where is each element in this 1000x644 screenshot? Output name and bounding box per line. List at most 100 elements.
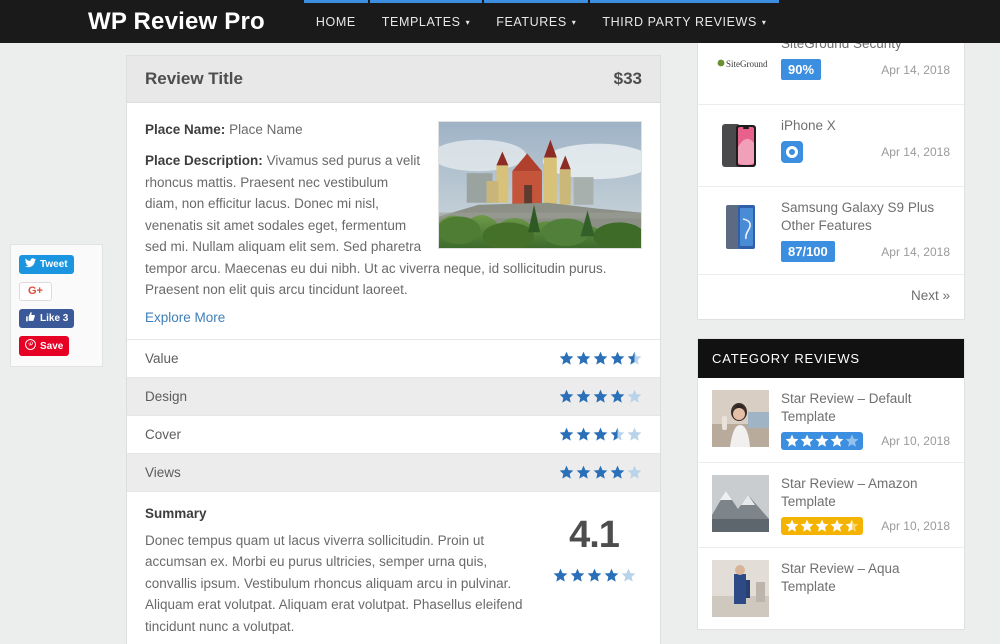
list-item-title[interactable]: Star Review – Default Template <box>781 390 950 426</box>
criteria-row-value: Value <box>127 338 660 377</box>
criteria-label: Design <box>145 388 188 404</box>
summary-heading: Summary <box>145 505 207 521</box>
tweet-button-label: Tweet <box>40 259 68 270</box>
criteria-stars <box>559 389 642 404</box>
explore-more-link[interactable]: Explore More <box>145 301 642 325</box>
iphone-x-thumb <box>712 117 769 174</box>
list-item-info: iPhone X Apr 14, 2018 <box>781 117 950 174</box>
mountain-lake-thumb <box>712 475 769 532</box>
nav-item-home[interactable]: HOME <box>303 0 369 43</box>
category-reviews-widget: CATEGORY REVIEWS Star Review – Default T… <box>697 338 965 630</box>
review-price: $33 <box>613 69 642 88</box>
list-item-info: Samsung Galaxy S9 Plus Other Features 87… <box>781 199 950 262</box>
criteria-label: Cover <box>145 426 182 442</box>
page-root: WP Review Pro HOME TEMPLATES ▾ FEATURES … <box>0 0 1000 644</box>
chevron-down-icon: ▾ <box>761 17 767 27</box>
list-item-info: SiteGround Security 90% Apr 14, 2018 <box>781 35 950 92</box>
recent-reviews-widget: Apr 14, 2018 SiteGround SiteGround Secur… <box>697 0 965 320</box>
list-item[interactable]: Samsung Galaxy S9 Plus Other Features 87… <box>698 187 964 275</box>
review-card-header: Review Title $33 <box>127 56 660 103</box>
nav-menu: HOME TEMPLATES ▾ FEATURES ▾ THIRD PARTY … <box>303 0 780 43</box>
list-item-date: Apr 10, 2018 <box>881 519 950 533</box>
criteria-stars <box>559 427 642 442</box>
list-item-meta: Apr 10, 2018 <box>781 432 950 450</box>
list-item-date: Apr 14, 2018 <box>881 62 950 77</box>
woman-laptop-thumb <box>712 390 769 447</box>
person-street-thumb <box>712 560 769 617</box>
category-reviews-heading: CATEGORY REVIEWS <box>698 339 964 378</box>
nav-item-features[interactable]: FEATURES ▾ <box>483 0 589 43</box>
list-item-date: Apr 14, 2018 <box>881 145 950 159</box>
list-item-title[interactable]: Star Review – Aqua Template <box>781 560 950 596</box>
list-item-title[interactable]: Star Review – Amazon Template <box>781 475 950 511</box>
right-sidebar: Apr 14, 2018 SiteGround SiteGround Secur… <box>697 0 965 644</box>
place-name-value: Place Name <box>229 122 303 137</box>
list-item-title[interactable]: Samsung Galaxy S9 Plus Other Features <box>781 199 950 235</box>
criteria-row-design: Design <box>127 376 660 415</box>
svg-text:SiteGround: SiteGround <box>726 59 768 69</box>
criteria-stars <box>559 351 642 366</box>
list-item-info: Star Review – Aqua Template <box>781 560 950 617</box>
facebook-like-button[interactable]: Like 3 <box>19 309 75 328</box>
rating-badge <box>781 432 863 450</box>
nav-item-label: THIRD PARTY REVIEWS <box>602 14 757 29</box>
score-circle-icon <box>781 141 803 163</box>
summary-text: Donec tempus quam ut lacus viverra solli… <box>145 532 523 634</box>
list-item-meta: 87/100 Apr 14, 2018 <box>781 241 950 262</box>
list-item-meta: 90% Apr 14, 2018 <box>781 59 950 80</box>
review-card-body: Place Name: Place Name Place Description… <box>127 103 660 339</box>
list-item[interactable]: Star Review – Aqua Template <box>698 548 964 629</box>
page-title: Review Title <box>145 69 243 88</box>
nav-item-label: FEATURES <box>496 14 567 29</box>
siteground-logo-thumb: SiteGround <box>712 35 769 92</box>
next-page-link[interactable]: Next » <box>911 288 950 303</box>
list-item[interactable]: iPhone X Apr 14, 2018 <box>698 105 964 187</box>
pinterest-save-button[interactable]: Save <box>19 336 70 356</box>
criteria-row-cover: Cover <box>127 414 660 453</box>
facebook-like-label: Like 3 <box>40 313 69 324</box>
pinterest-icon <box>25 339 36 353</box>
summary-score: 4.1 <box>569 513 620 556</box>
summary-stars <box>553 568 636 583</box>
review-card: Review Title $33 Place Name: Place Name … <box>126 55 661 644</box>
criteria-row-views: Views <box>127 452 660 491</box>
nav-item-third-party-reviews[interactable]: THIRD PARTY REVIEWS ▾ <box>589 0 779 43</box>
google-plus-button[interactable]: G+ <box>19 282 52 301</box>
social-share-rail: Tweet G+ Like 3 Save <box>10 244 103 367</box>
place-description-label: Place Description: <box>145 153 263 168</box>
thumbs-up-icon <box>25 312 36 325</box>
criteria-stars <box>559 465 642 480</box>
list-item-date: Apr 14, 2018 <box>881 244 950 259</box>
status-badge: 87/100 <box>781 241 835 262</box>
list-item-meta: Apr 10, 2018 <box>781 517 950 535</box>
chevron-down-icon: ▾ <box>571 17 577 27</box>
pinterest-save-label: Save <box>40 340 64 352</box>
castle-photo <box>438 121 642 249</box>
nav-item-label: TEMPLATES <box>381 14 461 29</box>
list-item-date: Apr 10, 2018 <box>881 434 950 448</box>
summary-text-block: Summary Donec tempus quam ut lacus viver… <box>145 506 532 638</box>
pagination: Next » <box>698 275 964 319</box>
criteria-label: Value <box>145 350 179 366</box>
site-brand[interactable]: WP Review Pro <box>88 8 265 36</box>
place-name-label: Place Name: <box>145 122 226 137</box>
google-plus-icon: G+ <box>28 285 43 297</box>
list-item-title[interactable]: iPhone X <box>781 117 950 135</box>
nav-item-label: HOME <box>315 14 356 29</box>
list-item-info: Star Review – Default Template Apr 10, 2… <box>781 390 950 450</box>
list-item-info: Star Review – Amazon Template Apr 10, 20… <box>781 475 950 535</box>
list-item-meta: Apr 14, 2018 <box>781 141 950 163</box>
criteria-list: Value Design Cover Views <box>127 338 660 491</box>
twitter-icon <box>25 258 36 271</box>
summary-section: Summary Donec tempus quam ut lacus viver… <box>127 490 660 644</box>
status-badge: 90% <box>781 59 822 80</box>
criteria-label: Views <box>145 464 181 480</box>
tweet-button[interactable]: Tweet <box>19 255 74 274</box>
samsung-galaxy-s9-thumb <box>712 199 769 256</box>
list-item[interactable]: Star Review – Default Template Apr 10, 2… <box>698 378 964 463</box>
top-navigation-bar: WP Review Pro HOME TEMPLATES ▾ FEATURES … <box>0 0 1000 43</box>
rating-badge <box>781 517 863 535</box>
list-item[interactable]: Star Review – Amazon Template Apr 10, 20… <box>698 463 964 548</box>
nav-item-templates[interactable]: TEMPLATES ▾ <box>369 0 483 43</box>
summary-score-block: 4.1 <box>546 506 642 638</box>
